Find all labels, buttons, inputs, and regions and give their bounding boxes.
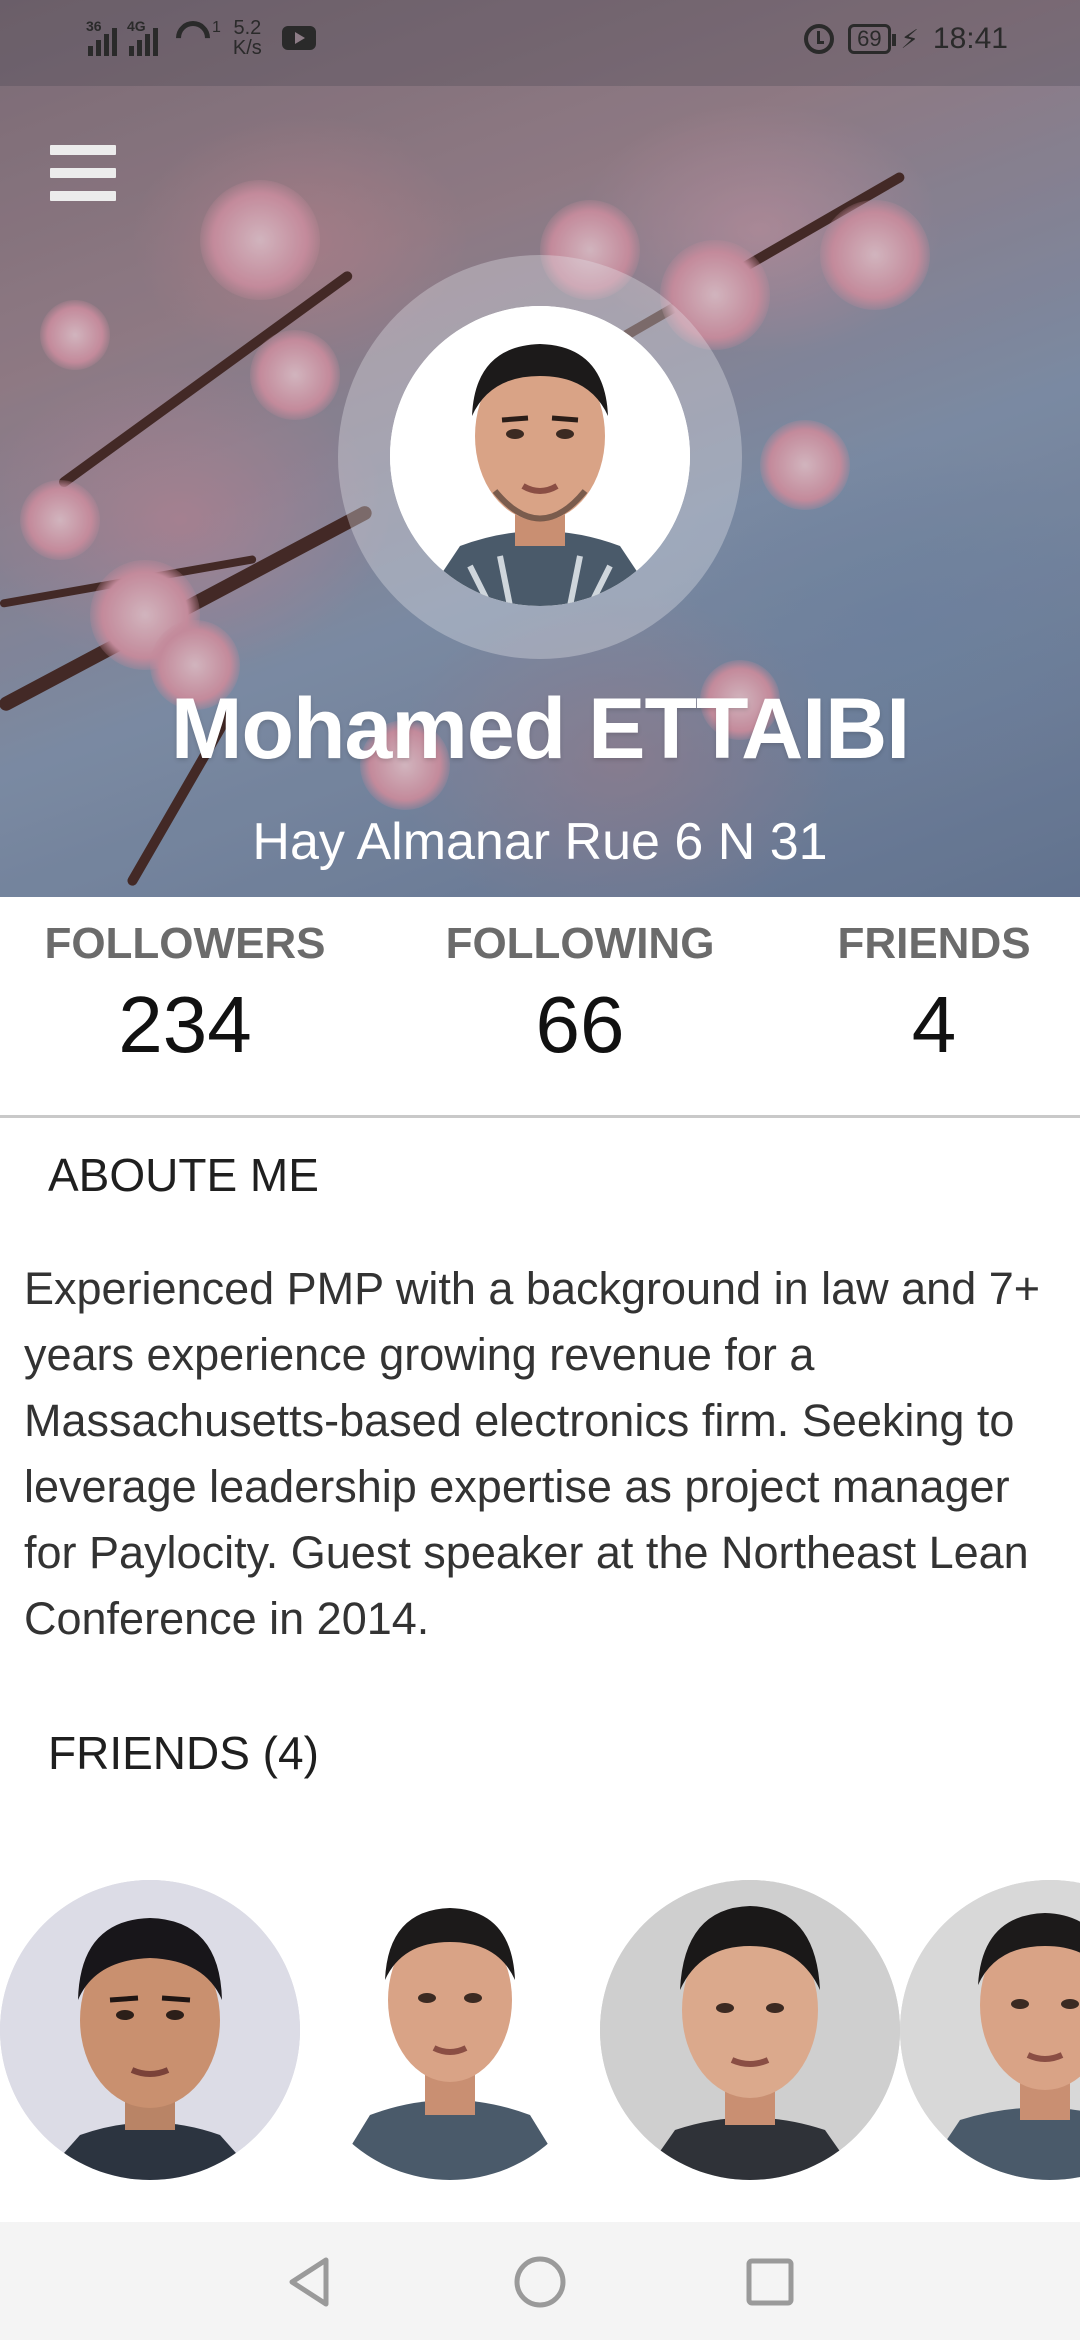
person-portrait-icon — [300, 1880, 600, 2180]
status-bar: 36 4G 1 5.2 K/s 69 ⚡ 18:41 — [0, 0, 1080, 86]
about-title: ABOUTE ME — [48, 1149, 319, 1201]
hotspot-icon — [168, 13, 218, 63]
charging-icon: ⚡ — [900, 23, 919, 54]
battery-icon: 69 — [848, 24, 897, 54]
profile-address: Hay Almanar Rue 6 N 31 — [252, 813, 828, 871]
signal-icon: 36 — [86, 18, 117, 56]
stats-row: FOLLOWERS 234 FOLLOWING 66 FRIENDS 4 — [0, 897, 1080, 1117]
person-portrait-icon — [900, 1880, 1080, 2180]
status-right: 69 ⚡ 18:41 — [804, 22, 1008, 56]
friends-list — [0, 1880, 1080, 2180]
friends-title: FRIENDS (4) — [48, 1727, 319, 1779]
battery-level: 69 — [857, 26, 882, 51]
system-navigation-bar — [0, 2222, 1080, 2340]
stat-label: FOLLOWING — [445, 919, 715, 968]
friend-avatar[interactable] — [300, 1880, 600, 2180]
back-triangle-icon[interactable] — [280, 2252, 340, 2312]
youtube-icon — [281, 26, 316, 50]
stat-label: FOLLOWERS — [44, 919, 326, 968]
friend-avatar[interactable] — [900, 1880, 1080, 2180]
hotspot-count: 1 — [212, 19, 221, 36]
speed-value: 5.2 — [233, 17, 262, 39]
person-portrait-icon — [390, 306, 690, 606]
status-left: 36 4G 1 5.2 K/s — [86, 13, 316, 63]
about-text: Experienced PMP with a background in law… — [24, 1263, 1041, 1644]
profile-name: Mohamed ETTAIBI — [170, 681, 910, 777]
alarm-icon — [804, 24, 835, 54]
section-divider — [0, 1115, 1080, 1118]
profile-avatar[interactable] — [390, 306, 690, 606]
network-type-label: 36 — [86, 18, 102, 34]
stat-followers[interactable]: FOLLOWERS 234 — [40, 919, 330, 1071]
friend-avatar[interactable] — [600, 1880, 900, 2180]
status-time: 18:41 — [932, 22, 1008, 55]
speed-unit: K/s — [232, 37, 262, 59]
stat-value: 66 — [535, 980, 625, 1069]
hamburger-menu-icon[interactable] — [50, 145, 116, 201]
person-portrait-icon — [0, 1880, 300, 2180]
person-portrait-icon — [600, 1880, 900, 2180]
network-type-label: 4G — [127, 18, 146, 34]
recent-apps-square-icon[interactable] — [740, 2252, 800, 2312]
signal-icon: 4G — [127, 18, 158, 56]
home-circle-icon[interactable] — [510, 2252, 570, 2312]
stat-value: 4 — [911, 980, 957, 1069]
stat-value: 234 — [118, 980, 252, 1069]
profile-header: 36 4G 1 5.2 K/s 69 ⚡ 18:41 Mohamed ETTAI… — [0, 0, 1080, 897]
stat-label: FRIENDS — [837, 919, 1031, 968]
friend-avatar[interactable] — [0, 1880, 300, 2180]
network-speed: 5.2 K/s — [233, 18, 262, 58]
stat-following[interactable]: FOLLOWING 66 — [440, 919, 720, 1071]
stat-friends[interactable]: FRIENDS 4 — [828, 919, 1040, 1071]
